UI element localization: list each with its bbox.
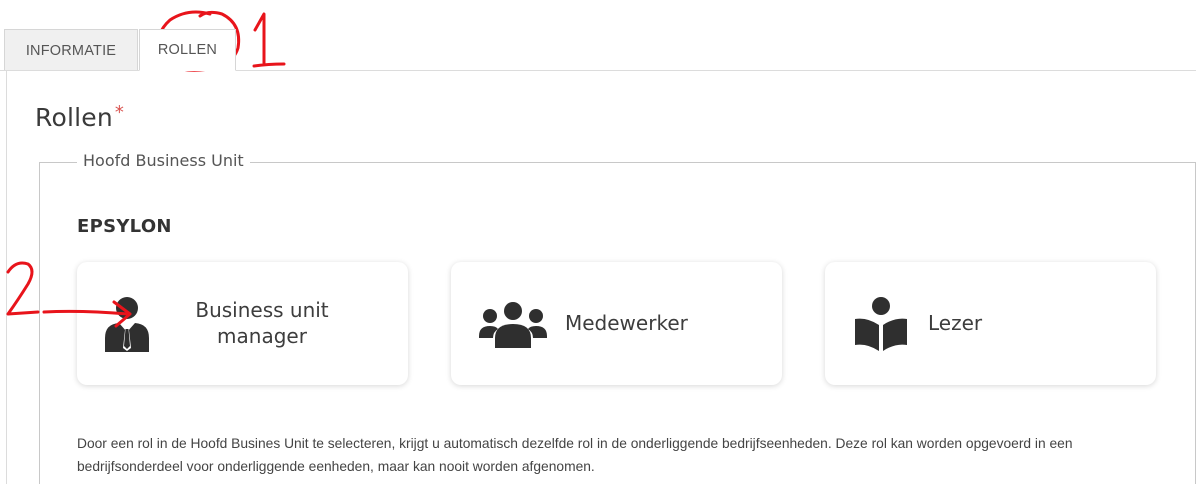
- role-label: Business unit manager: [187, 297, 337, 349]
- role-label: Lezer: [928, 311, 983, 335]
- role-label: Medewerker: [565, 311, 688, 335]
- content-border: [6, 70, 7, 484]
- fieldset-legend: Hoofd Business Unit: [77, 151, 250, 170]
- manager-icon: [105, 297, 149, 352]
- required-asterisk: *: [114, 102, 125, 123]
- team-icon: [479, 302, 547, 348]
- tab-rollen[interactable]: ROLLEN: [139, 29, 236, 71]
- tab-informatie[interactable]: INFORMATIE: [4, 29, 138, 71]
- annotation-mark-2-label: 2: [2, 258, 3, 259]
- role-label-line-1: Business unit: [195, 298, 329, 322]
- role-card-medewerker[interactable]: Medewerker: [451, 262, 782, 385]
- role-card-business-unit-manager[interactable]: Business unit manager: [77, 262, 408, 385]
- business-unit-name: EPSYLON: [77, 216, 172, 237]
- annotation-mark-2-stroke: [6, 261, 40, 316]
- role-label-line-2: manager: [217, 324, 307, 348]
- tab-bar: INFORMATIE ROLLEN: [0, 0, 1196, 72]
- page-title-text: Rollen: [35, 103, 113, 132]
- reader-icon: [855, 297, 907, 351]
- help-text: Door een rol in de Hoofd Busines Unit te…: [77, 436, 1073, 474]
- page-title: Rollen *: [35, 102, 124, 132]
- role-card-lezer[interactable]: Lezer: [825, 262, 1156, 385]
- annotation-mark-2: 2: [2, 258, 42, 320]
